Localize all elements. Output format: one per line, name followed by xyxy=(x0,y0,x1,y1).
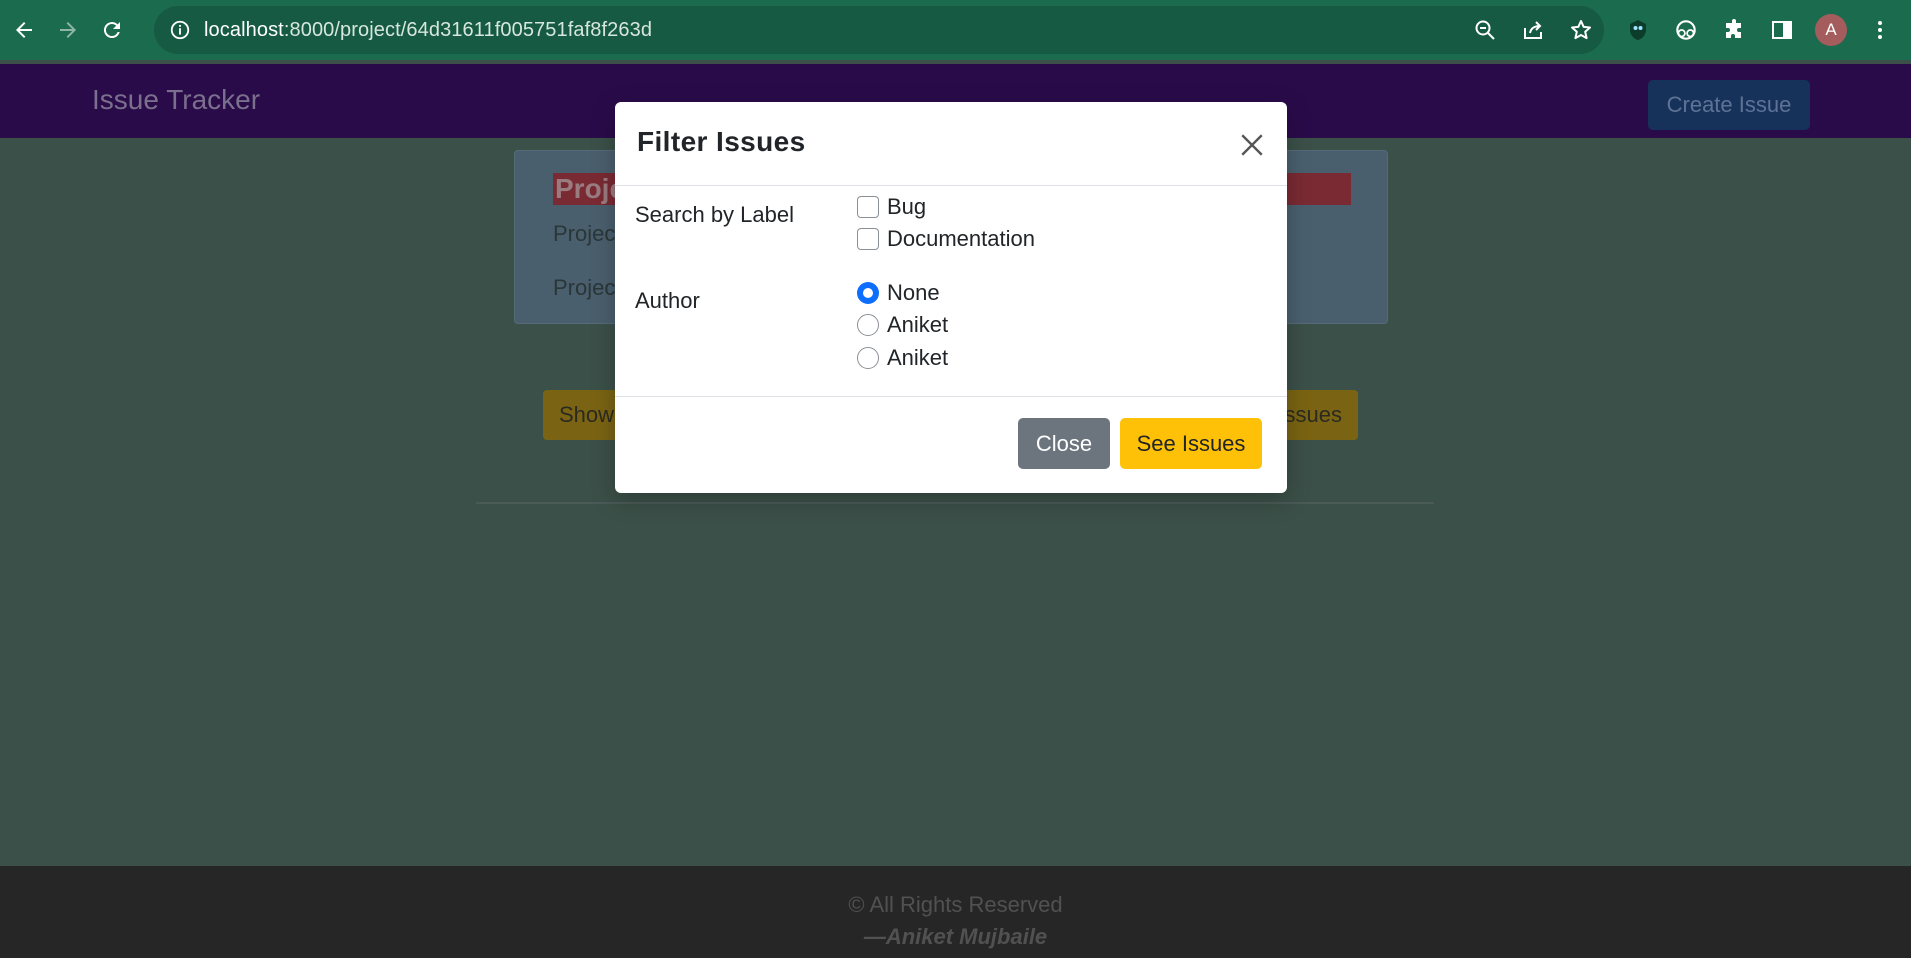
browser-toolbar: localhost:8000/project/64d31611f005751fa… xyxy=(0,0,1911,60)
puzzle-icon[interactable] xyxy=(1719,15,1749,45)
aniket-2-radio[interactable] xyxy=(857,347,879,369)
modal-body: Search by Label Bug Documentation Author… xyxy=(615,187,1287,397)
none-label: None xyxy=(887,280,940,305)
documentation-checkbox[interactable] xyxy=(857,228,879,250)
side-panel-icon[interactable] xyxy=(1767,15,1797,45)
kebab-menu-icon[interactable] xyxy=(1865,15,1895,45)
author-filter-heading: Author xyxy=(635,288,700,313)
bug-label: Bug xyxy=(887,194,927,219)
divider xyxy=(476,502,1434,504)
site-info-icon[interactable] xyxy=(168,18,192,42)
none-radio[interactable] xyxy=(857,282,879,304)
author-option-aniket-1[interactable]: Aniket xyxy=(857,311,948,339)
address-bar[interactable]: localhost:8000/project/64d31611f005751fa… xyxy=(154,6,1604,54)
zoom-out-icon[interactable] xyxy=(1472,17,1498,43)
extension-2-icon[interactable] xyxy=(1671,15,1701,45)
extension-1-icon[interactable] xyxy=(1623,15,1653,45)
url-text: localhost:8000/project/64d31611f005751fa… xyxy=(204,19,652,42)
footer-copyright: © All Rights Reserved xyxy=(848,892,1063,917)
bookmark-star-icon[interactable] xyxy=(1568,17,1594,43)
forward-icon[interactable] xyxy=(48,10,88,50)
reload-icon[interactable] xyxy=(92,10,132,50)
url-path: :8000/project/64d31611f005751faf8f263d xyxy=(283,18,653,41)
project-detail-1: Projec xyxy=(553,221,616,246)
close-button[interactable]: Close xyxy=(1018,418,1110,469)
close-icon[interactable] xyxy=(1235,128,1269,162)
author-option-none[interactable]: None xyxy=(857,279,940,307)
url-host: localhost xyxy=(204,18,284,41)
aniket-1-radio[interactable] xyxy=(857,314,879,336)
documentation-label: Documentation xyxy=(887,226,1035,251)
modal-title: Filter Issues xyxy=(637,126,806,157)
brand-title[interactable]: Issue Tracker xyxy=(92,84,260,116)
create-issue-button[interactable]: Create Issue xyxy=(1648,80,1810,130)
back-icon[interactable] xyxy=(4,10,44,50)
see-issues-button[interactable]: See Issues xyxy=(1120,418,1262,469)
share-icon[interactable] xyxy=(1520,17,1546,43)
footer: © All Rights Reserved —Aniket Mujbaile xyxy=(0,866,1911,958)
project-detail-2: Projec xyxy=(553,275,616,300)
label-option-bug[interactable]: Bug xyxy=(857,193,926,221)
filter-issues-modal: Filter Issues Search by Label Bug Docume… xyxy=(615,102,1287,493)
author-option-aniket-2[interactable]: Aniket xyxy=(857,344,948,372)
modal-header: Filter Issues xyxy=(615,102,1287,186)
profile-avatar[interactable]: A xyxy=(1815,14,1847,46)
label-filter-heading: Search by Label xyxy=(635,202,794,227)
bug-checkbox[interactable] xyxy=(857,196,879,218)
modal-footer: Close See Issues xyxy=(615,396,1287,493)
aniket-2-label: Aniket xyxy=(887,345,949,370)
label-option-documentation[interactable]: Documentation xyxy=(857,225,1035,253)
aniket-1-label: Aniket xyxy=(887,312,949,337)
footer-author: —Aniket Mujbaile xyxy=(863,924,1048,949)
